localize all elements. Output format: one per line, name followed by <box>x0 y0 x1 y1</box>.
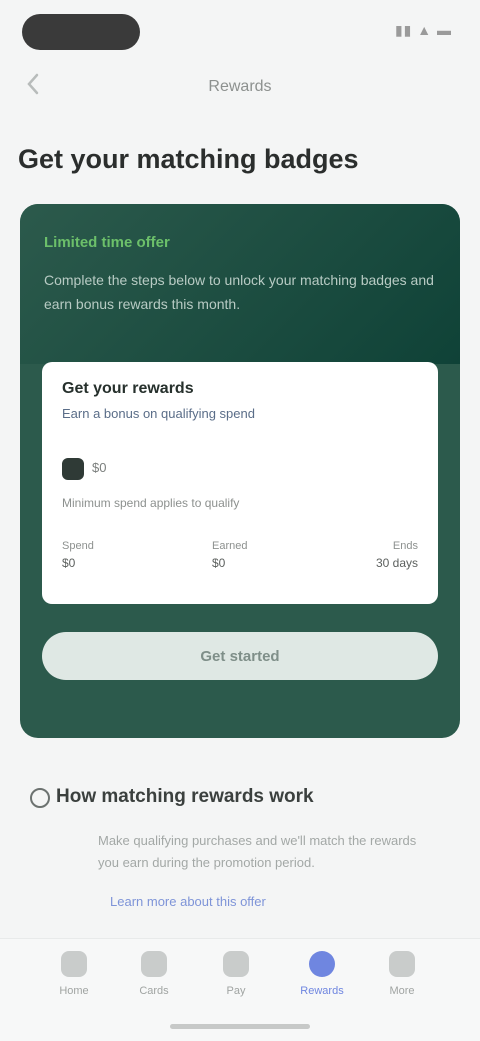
card-icon <box>141 951 167 977</box>
promo-card-header: Limited time offer Complete the steps be… <box>20 204 460 364</box>
offer-stats: Spend $0 Earned $0 Ends 30 days <box>62 540 418 580</box>
home-indicator <box>170 1024 310 1029</box>
offer-title: Get your rewards <box>62 380 194 397</box>
promo-card: Limited time offer Complete the steps be… <box>20 204 460 738</box>
status-time-pill <box>22 14 140 50</box>
tab-label: More <box>389 985 415 997</box>
promo-description: Complete the steps below to unlock your … <box>44 272 434 312</box>
info-heading: How matching rewards work <box>56 786 314 807</box>
offer-badge-icon <box>62 458 84 480</box>
navigation-bar: Rewards <box>0 66 480 110</box>
tab-label: Rewards <box>300 985 344 997</box>
stat-ends: Ends 30 days <box>352 540 418 570</box>
tab-more[interactable]: More <box>362 951 442 1011</box>
get-started-button[interactable]: Get started <box>42 632 438 680</box>
offer-panel[interactable]: Get your rewards Earn a bonus on qualify… <box>42 362 438 604</box>
info-section: How matching rewards work Make qualifyin… <box>0 774 480 914</box>
stat-label: Ends <box>392 540 418 552</box>
rewards-icon <box>309 951 335 977</box>
learn-more-link[interactable]: Learn more about this offer <box>110 894 266 909</box>
page-title: Get your matching badges <box>18 144 359 174</box>
more-icon <box>389 951 415 977</box>
info-icon <box>30 788 50 808</box>
stat-label: Spend <box>62 540 94 552</box>
offer-subtitle: Earn a bonus on qualifying spend <box>62 406 255 421</box>
status-bar: ▮▮ ▲ ▬ <box>0 0 480 64</box>
stat-spend: Spend $0 <box>62 540 172 570</box>
promo-eyebrow: Limited time offer <box>44 234 170 251</box>
offer-note: Minimum spend applies to qualify <box>62 496 240 510</box>
status-indicators: ▮▮ ▲ ▬ <box>394 22 452 38</box>
tab-cards[interactable]: Cards <box>114 951 194 1011</box>
offer-amount: $0 <box>92 460 107 475</box>
tab-label: Pay <box>226 985 246 997</box>
home-icon <box>61 951 87 977</box>
pay-icon <box>223 951 249 977</box>
tab-label: Home <box>59 985 89 997</box>
nav-title: Rewards <box>208 78 272 95</box>
tab-rewards[interactable]: Rewards <box>282 951 362 1011</box>
stat-earned: Earned $0 <box>212 540 322 570</box>
tab-label: Cards <box>139 985 169 997</box>
stat-value: $0 <box>62 556 76 570</box>
stat-value: 30 days <box>375 556 418 570</box>
stat-label: Earned <box>212 540 248 552</box>
info-body: Make qualifying purchases and we'll matc… <box>98 833 417 870</box>
stat-value: $0 <box>212 556 226 570</box>
tab-pay[interactable]: Pay <box>196 951 276 1011</box>
tab-home[interactable]: Home <box>34 951 114 1011</box>
